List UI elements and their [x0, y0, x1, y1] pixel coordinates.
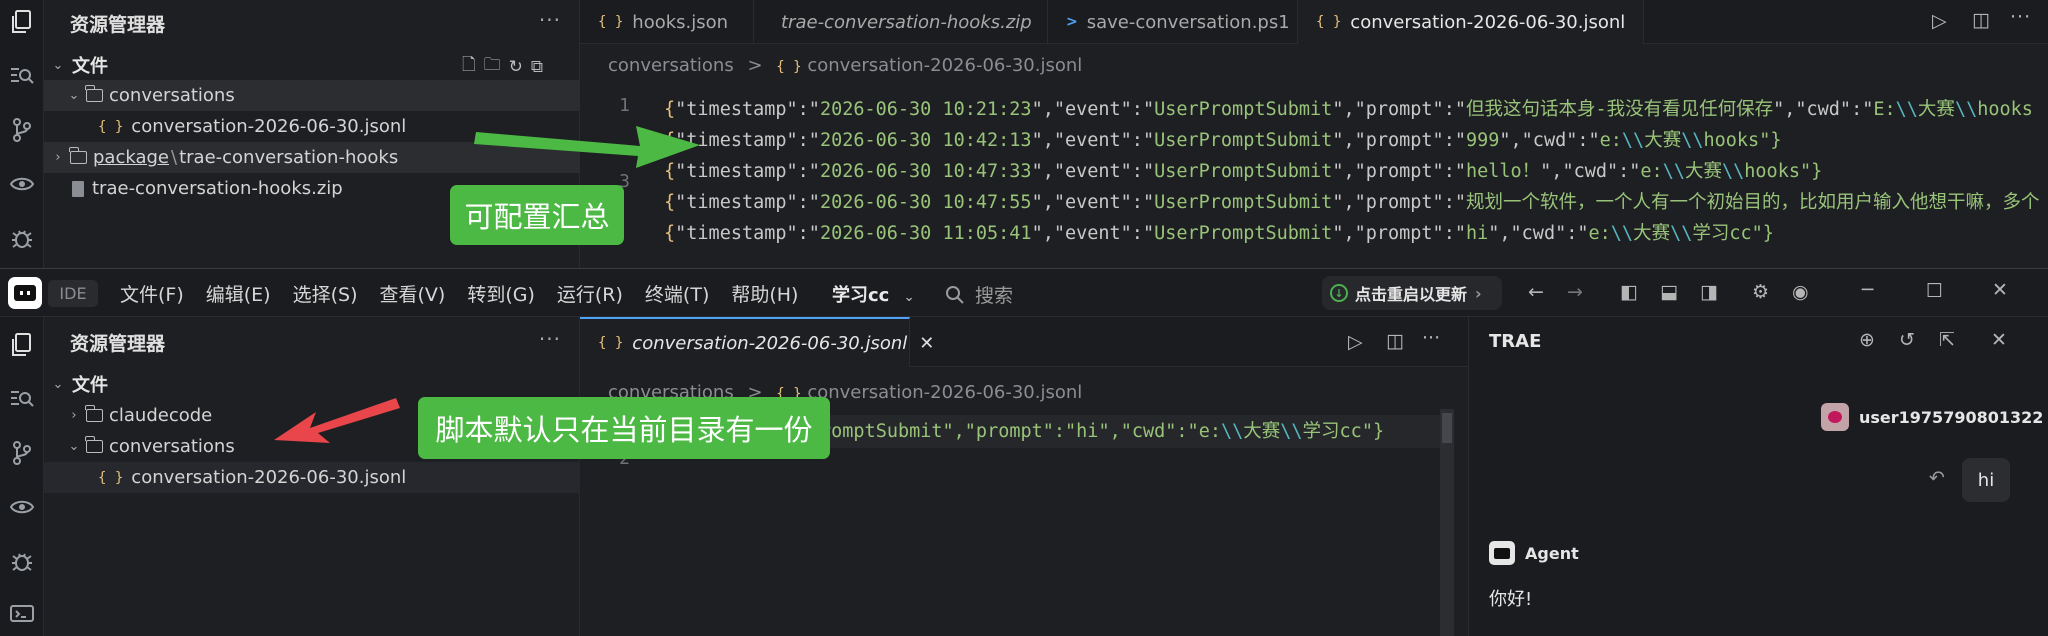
callout-configurable-summary: 可配置汇总: [450, 185, 624, 245]
red-arrow: [274, 398, 400, 443]
annotation-arrows: [274, 126, 700, 443]
green-arrow: [474, 126, 700, 168]
callout-default-one-copy: 脚本默认只在当前目录有一份: [418, 397, 830, 459]
